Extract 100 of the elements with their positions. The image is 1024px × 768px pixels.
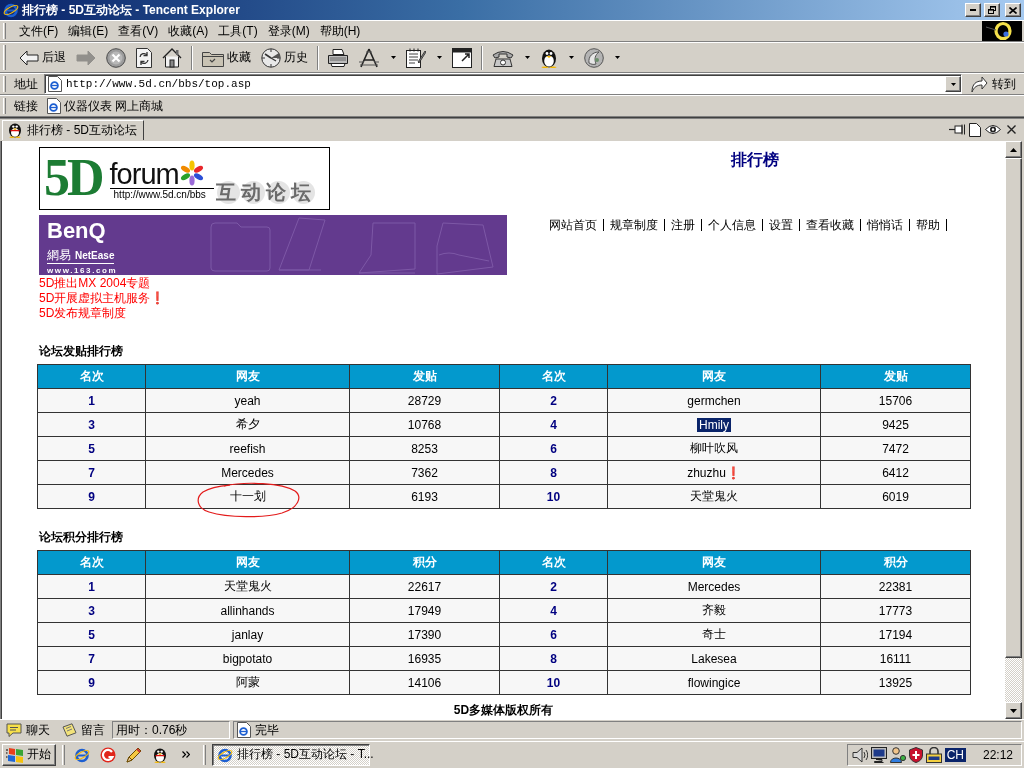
banner-site: www.163.com — [47, 266, 118, 275]
notice-link[interactable]: 5D发布规章制度 — [39, 306, 127, 321]
close-icon — [1009, 6, 1017, 14]
penguin-icon — [7, 122, 23, 138]
back-button[interactable]: 后退 — [14, 44, 71, 71]
close-button[interactable] — [1005, 3, 1021, 17]
page-icon — [47, 98, 61, 114]
ranking-value: 17194 — [878, 627, 913, 642]
ranking-value: 8253 — [411, 441, 438, 456]
rank-number: 5 — [88, 627, 95, 642]
chevron-icon — [182, 751, 190, 758]
column-header: 网友 — [145, 550, 350, 575]
ranking-value: 9425 — [882, 417, 909, 432]
username: Hmily — [697, 417, 731, 432]
history-button[interactable]: 历史 — [256, 44, 313, 71]
windows-flag-icon — [6, 746, 24, 763]
caret-icon — [950, 82, 956, 86]
dropdown-button[interactable] — [945, 76, 961, 92]
username: zhuzhu❗ — [686, 465, 742, 480]
nav-link[interactable]: 网站首页 — [549, 218, 597, 232]
rank-number: 7 — [88, 651, 95, 666]
column-header: 网友 — [607, 550, 821, 575]
nav-link[interactable]: 帮助 — [916, 218, 940, 232]
username: 柳叶吹风 — [689, 441, 739, 455]
go-button[interactable]: 转到 — [966, 74, 1020, 94]
message-button[interactable]: 留言 — [57, 721, 109, 739]
nav-link[interactable]: 设置 — [769, 218, 793, 232]
column-header: 网友 — [145, 364, 350, 389]
ranking-value: 13925 — [878, 675, 913, 690]
scroll-up-button[interactable] — [1005, 141, 1022, 158]
pin-icon — [949, 124, 965, 135]
username: Lakesea — [690, 651, 738, 666]
ranking-value: 22381 — [878, 579, 913, 594]
banner-partner-latin: NetEase — [75, 250, 115, 261]
note-icon — [61, 723, 77, 737]
page-tab[interactable]: 排行榜 - 5D互动论坛 — [2, 119, 144, 140]
column-header: 名次 — [499, 550, 608, 575]
ranking-value: 7362 — [411, 465, 438, 480]
username: 齐毅 — [701, 603, 727, 617]
rank-number: 6 — [550, 441, 557, 456]
eye-icon — [985, 124, 1001, 135]
link-button[interactable]: 仪器仪表 网上商城 — [44, 96, 167, 116]
address-label: 地址 — [14, 75, 38, 93]
ranking-value: 6019 — [882, 489, 909, 504]
menu-item[interactable]: 文件(F) — [14, 22, 64, 40]
column-header: 名次 — [499, 364, 608, 389]
ranking-value: 7472 — [882, 441, 909, 456]
notice-link[interactable]: 5D推出MX 2004专题 — [39, 276, 151, 291]
browser-icon — [217, 746, 233, 763]
swirl-icon — [584, 47, 604, 68]
logo-tagline: 互动论坛 — [215, 180, 316, 205]
nav-link[interactable]: 注册 — [671, 218, 695, 232]
username: bigpotato — [221, 651, 274, 666]
phone-icon — [492, 48, 514, 67]
status-text: 完毕 — [255, 721, 279, 739]
chat-button[interactable]: 聊天 — [2, 721, 54, 739]
speaker-icon — [851, 746, 868, 763]
window-title: 排行榜 - 5D互动论坛 - Tencent Explorer — [22, 1, 241, 19]
nav-link[interactable]: 悄悄话 — [867, 218, 903, 232]
username: 阿蒙 — [234, 675, 261, 689]
minimize-button[interactable] — [965, 3, 981, 17]
nav-link[interactable]: 规章制度 — [610, 218, 658, 232]
refresh-icon — [136, 47, 152, 68]
url-input[interactable]: http://www.5d.cn/bbs/top.asp — [66, 78, 941, 90]
restore-button[interactable] — [984, 3, 1000, 17]
menu-item[interactable]: 登录(M) — [262, 22, 315, 40]
menu-item[interactable]: 收藏(A) — [163, 22, 214, 40]
clock: 22:12 — [982, 747, 1013, 762]
ad-banner[interactable]: BenQ 網易 NetEase www.163.com — [39, 215, 507, 275]
scroll-down-button[interactable] — [1005, 702, 1022, 719]
rank-number: 1 — [88, 579, 95, 594]
input-language[interactable]: CH — [944, 747, 966, 762]
monitor-icon — [870, 746, 887, 763]
page-icon — [237, 722, 251, 738]
notice-link[interactable]: 5D开展虚拟主机服务❗ — [39, 291, 166, 306]
section-title: 论坛积分排行榜 — [39, 530, 123, 544]
back-arrow-icon — [19, 49, 39, 66]
username: 天堂鬼火 — [689, 489, 739, 503]
menu-item[interactable]: 工具(T) — [213, 22, 263, 40]
menu-item[interactable]: 帮助(H) — [314, 22, 366, 40]
laptop-outline — [436, 222, 494, 275]
address-field[interactable]: http://www.5d.cn/bbs/top.asp — [44, 74, 962, 94]
browser-icon — [3, 2, 19, 18]
nav-link[interactable]: 个人信息 — [708, 218, 756, 232]
blank-page-icon — [969, 122, 981, 137]
start-button[interactable]: 开始 — [2, 743, 56, 766]
column-header: 发贴 — [349, 364, 500, 389]
username: 十一划 — [228, 489, 267, 503]
ranking-value: 17390 — [407, 627, 442, 642]
pinwheel-icon — [178, 160, 205, 186]
ranking-value: 22617 — [407, 579, 442, 594]
nav-link[interactable]: 查看收藏 — [806, 218, 854, 232]
ranking-value: 6412 — [882, 465, 909, 480]
banner-brand: BenQ — [47, 220, 106, 242]
favorites-button[interactable]: 收藏 — [197, 44, 256, 71]
ranking-value: 17949 — [407, 603, 442, 618]
menu-item[interactable]: 编辑(E) — [63, 22, 114, 40]
menu-item[interactable]: 查看(V) — [113, 22, 164, 40]
printer-icon — [328, 48, 348, 67]
clock-icon — [261, 47, 281, 68]
